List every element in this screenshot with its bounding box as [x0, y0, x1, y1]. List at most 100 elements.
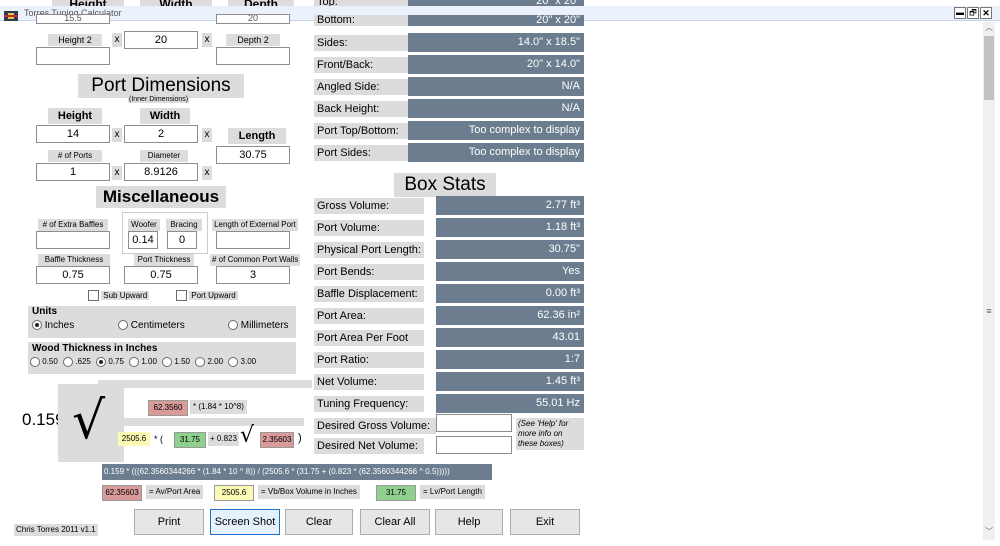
port-thickness-label: Port Thickness: [134, 254, 194, 266]
wood-title: Wood Thickness in Inches: [32, 343, 158, 354]
wood-option-0.50[interactable]: 0.50: [30, 357, 58, 367]
sub-upward-checkbox[interactable]: Sub Upward: [88, 290, 150, 302]
units-title: Units: [32, 306, 57, 317]
wood-option-3.00[interactable]: 3.00: [228, 357, 256, 367]
screen-shot-button[interactable]: Screen Shot: [210, 509, 280, 535]
wood-option-.625[interactable]: .625: [63, 357, 91, 367]
wood-option-1.50[interactable]: 1.50: [162, 357, 190, 367]
times-sign: x: [202, 128, 212, 142]
scroll-up-arrow-icon[interactable]: ︿: [983, 22, 995, 34]
desired-gross-input[interactable]: [436, 414, 512, 432]
extra-baffles-input[interactable]: [36, 231, 110, 249]
formula-top-tail: * (1.84 * 10^8): [190, 400, 247, 414]
formula-port-length: 31.75: [174, 432, 206, 448]
formula-bot-close: ): [298, 432, 302, 444]
radio-button[interactable]: [162, 357, 173, 367]
stat-label: Port Area Per Foot: [314, 330, 424, 346]
minimize-button[interactable]: ▬: [954, 7, 966, 19]
port-upward-checkbox[interactable]: Port Upward: [176, 290, 238, 302]
formula-box-volume: 2505.6: [118, 432, 150, 446]
radio-button[interactable]: [63, 357, 74, 367]
port-thickness-input[interactable]: 0.75: [124, 266, 198, 284]
units-group: Units Inches Centimeters Millimeters: [28, 306, 296, 338]
help-button[interactable]: Help: [435, 509, 503, 535]
wood-option-1.00[interactable]: 1.00: [129, 357, 157, 367]
clear-button[interactable]: Clear: [285, 509, 353, 535]
vertical-scrollbar[interactable]: ︿ ≡ ﹀: [983, 22, 995, 540]
panel-row-label: Angled Side:: [314, 79, 408, 95]
checkbox-box[interactable]: [176, 290, 187, 302]
formula-bot-mid: * (: [154, 434, 163, 444]
diameter-label: Diameter: [140, 150, 188, 162]
port-length-input[interactable]: 30.75: [216, 146, 290, 164]
depth2-input[interactable]: [216, 47, 290, 65]
height2-input[interactable]: [36, 47, 110, 65]
stat-label: Port Bends:: [314, 264, 424, 280]
scroll-down-arrow-icon[interactable]: ﹀: [983, 526, 995, 538]
bottom-panel-label: Bottom:: [314, 15, 408, 26]
radio-button[interactable]: [30, 357, 40, 367]
panel-row-label: Front/Back:: [314, 57, 408, 73]
radio-button[interactable]: [32, 320, 42, 331]
wood-option-label: 2.00: [207, 357, 224, 367]
bracing-input[interactable]: 0: [167, 231, 197, 249]
close-button[interactable]: ✕: [980, 7, 992, 19]
legend-box-volume-value: 2505.6: [214, 485, 254, 501]
radio-button[interactable]: [129, 357, 140, 367]
wood-option-2.00[interactable]: 2.00: [195, 357, 224, 367]
checkbox-box[interactable]: [88, 290, 99, 302]
units-option-millimeters[interactable]: Millimeters: [228, 320, 289, 331]
port-width-input[interactable]: 2: [124, 125, 198, 143]
scroll-thumb[interactable]: [984, 36, 994, 100]
legend-port-area-label: = Av/Port Area: [146, 485, 204, 499]
units-option-centimeters[interactable]: Centimeters: [118, 320, 185, 331]
radio-button[interactable]: [228, 320, 238, 331]
port-subtitle: (Inner Dimensions): [128, 96, 190, 103]
num-ports-input[interactable]: 1: [36, 163, 110, 181]
panel-row-value: N/A: [408, 77, 584, 96]
panel-row-value: Too complex to display: [408, 143, 584, 162]
units-option-label: Centimeters: [130, 320, 185, 331]
formula-frac-bar: [98, 418, 304, 426]
stat-value: 30.75": [436, 240, 584, 259]
wood-option-label: 0.75: [108, 357, 124, 367]
clear-all-button[interactable]: Clear All: [360, 509, 430, 535]
num-ports-label: # of Ports: [48, 150, 102, 162]
restore-button[interactable]: 🗗: [967, 7, 979, 19]
units-option-label: Millimeters: [240, 320, 289, 331]
units-option-inches[interactable]: Inches: [32, 320, 74, 331]
panel-row-label: Port Sides:: [314, 145, 408, 161]
radio-button[interactable]: [96, 357, 107, 367]
radio-button[interactable]: [195, 357, 206, 367]
port-height-label: Height: [48, 108, 102, 124]
inner-sqrt-icon: √: [240, 423, 255, 448]
port-width-label: Width: [140, 108, 190, 124]
stat-value: 1.45 ft³: [436, 372, 584, 391]
baffle-thickness-input[interactable]: 0.75: [36, 266, 110, 284]
depth-input-cut[interactable]: 20: [216, 14, 290, 24]
stat-value: Yes: [436, 262, 584, 281]
wood-option-0.75[interactable]: 0.75: [96, 357, 124, 367]
radio-button[interactable]: [118, 320, 128, 331]
exit-button[interactable]: Exit: [510, 509, 580, 535]
height-input-cut[interactable]: 15.5: [36, 14, 110, 24]
desired-net-input[interactable]: [436, 436, 512, 454]
diameter-input[interactable]: 8.9126: [124, 163, 198, 181]
print-button[interactable]: Print: [134, 509, 204, 535]
formula-full: 0.159 * (((62.3560344266 * (1.84 * 10 ^ …: [102, 464, 492, 480]
wood-option-label: 0.50: [42, 357, 58, 367]
woofer-input[interactable]: 0.14: [128, 231, 158, 249]
width-input[interactable]: 20: [124, 31, 198, 49]
sqrt-block: √: [58, 384, 124, 462]
stat-label: Port Ratio:: [314, 352, 424, 368]
stat-value: 1.18 ft³: [436, 218, 584, 237]
ext-port-label: Length of External Port: [212, 219, 298, 231]
port-height-input[interactable]: 14: [36, 125, 110, 143]
formula-top-port-area: 62.3560: [148, 400, 188, 416]
bracing-label: Bracing: [166, 219, 202, 231]
radio-button[interactable]: [228, 357, 239, 367]
stat-label: Tuning Frequency:: [314, 396, 424, 412]
ext-port-input[interactable]: [216, 231, 290, 249]
scroll-grip-icon: ≡: [986, 306, 992, 316]
common-walls-input[interactable]: 3: [216, 266, 290, 284]
